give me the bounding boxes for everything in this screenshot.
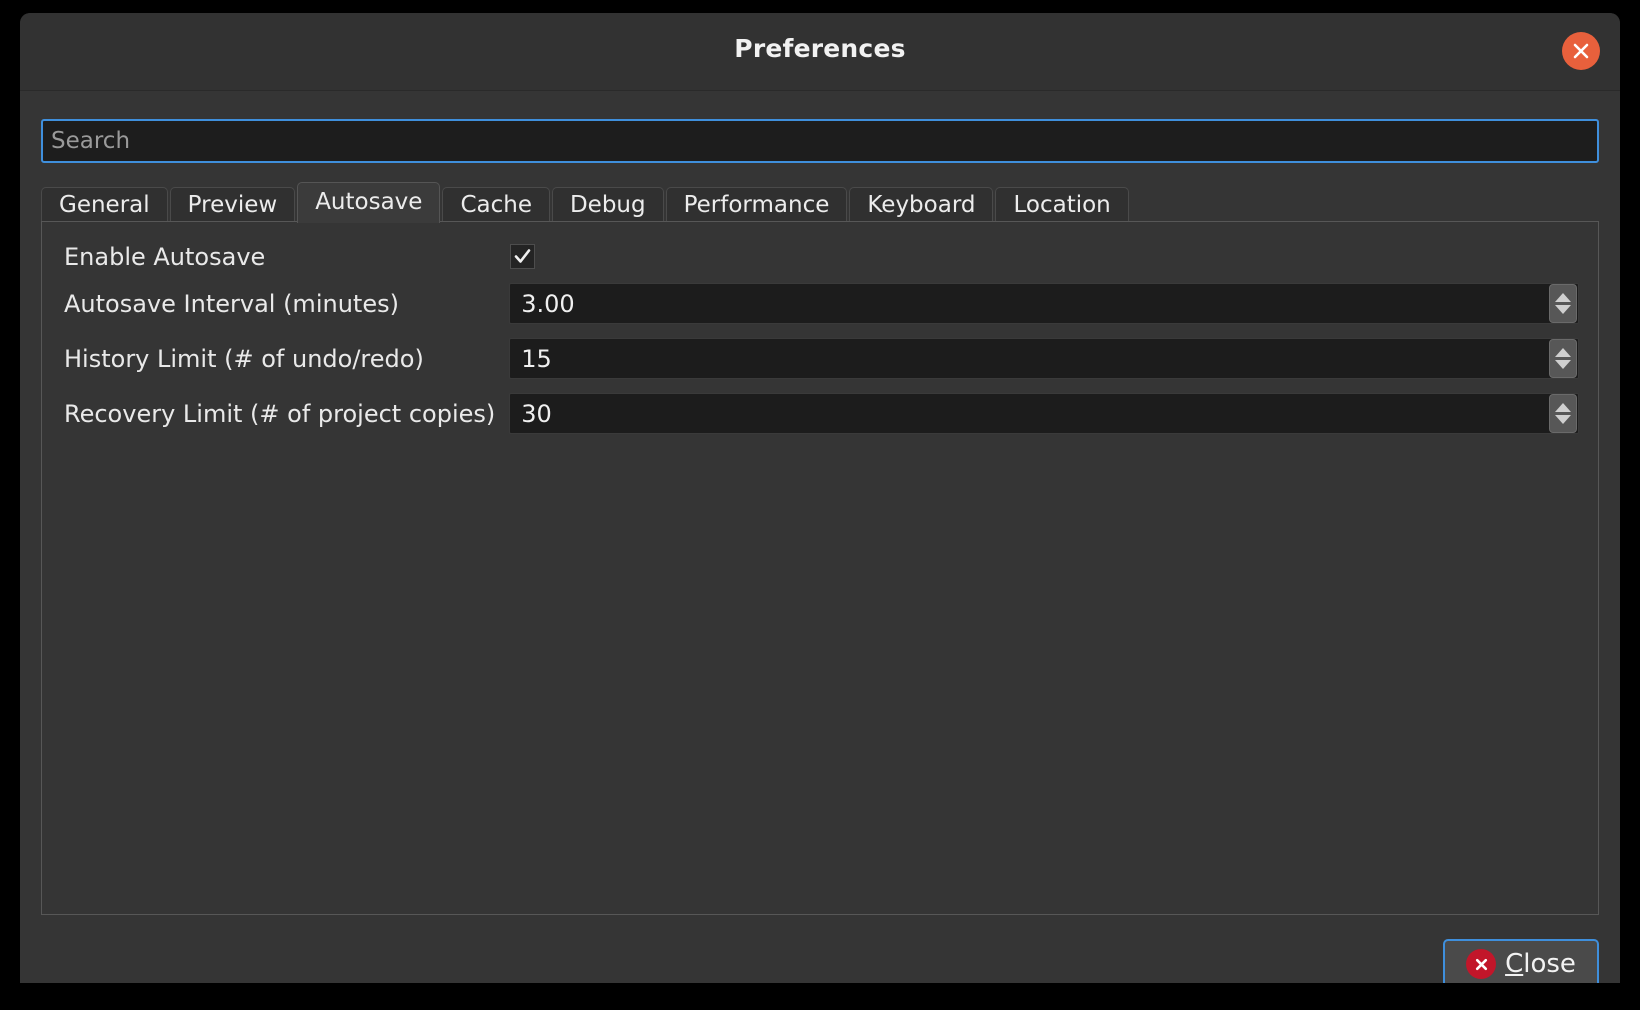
tab-general[interactable]: General xyxy=(41,187,168,222)
settings-grid: Enable Autosave Autosave Interval (minut… xyxy=(42,222,1598,434)
tab-performance[interactable]: Performance xyxy=(666,187,848,222)
tab-preview[interactable]: Preview xyxy=(170,187,296,222)
autosave-interval-value: 3.00 xyxy=(510,292,1549,316)
tab-cache[interactable]: Cache xyxy=(442,187,550,222)
close-x-glyph xyxy=(1571,41,1591,61)
chevron-up-icon[interactable] xyxy=(1555,293,1571,302)
tab-location[interactable]: Location xyxy=(995,187,1128,222)
recovery-limit-spinbox[interactable]: 30 xyxy=(509,393,1579,434)
tab-debug[interactable]: Debug xyxy=(552,187,664,222)
autosave-interval-label: Autosave Interval (minutes) xyxy=(64,292,495,316)
close-label-rest: lose xyxy=(1523,949,1576,979)
recovery-limit-stepper[interactable] xyxy=(1549,394,1577,433)
page-title: Preferences xyxy=(20,34,1620,63)
red-x-icon xyxy=(1466,949,1496,979)
chevron-up-icon[interactable] xyxy=(1555,348,1571,357)
dialog-body: General Preview Autosave Cache Debug Per… xyxy=(20,91,1620,983)
close-button-label: Close xyxy=(1505,949,1576,979)
autosave-settings-panel: Enable Autosave Autosave Interval (minut… xyxy=(41,221,1599,915)
close-mnemonic: C xyxy=(1505,949,1523,979)
history-limit-value: 15 xyxy=(510,347,1549,371)
chevron-down-icon[interactable] xyxy=(1555,415,1571,424)
enable-autosave-label: Enable Autosave xyxy=(64,245,495,269)
tab-autosave[interactable]: Autosave xyxy=(297,182,440,223)
autosave-interval-spinbox[interactable]: 3.00 xyxy=(509,283,1579,324)
tab-keyboard[interactable]: Keyboard xyxy=(849,187,993,222)
recovery-limit-label: Recovery Limit (# of project copies) xyxy=(64,402,495,426)
chevron-up-icon[interactable] xyxy=(1555,403,1571,412)
close-button[interactable]: Close xyxy=(1443,939,1599,983)
history-limit-label: History Limit (# of undo/redo) xyxy=(64,347,495,371)
close-x-glyph xyxy=(1473,956,1490,973)
checkmark-icon xyxy=(513,247,532,266)
autosave-interval-stepper[interactable] xyxy=(1549,284,1577,323)
history-limit-spinbox[interactable]: 15 xyxy=(509,338,1579,379)
enable-autosave-checkbox[interactable] xyxy=(510,244,535,269)
history-limit-stepper[interactable] xyxy=(1549,339,1577,378)
tab-bar: General Preview Autosave Cache Debug Per… xyxy=(41,181,1599,222)
preferences-dialog: Preferences General Preview Autosave Cac… xyxy=(20,13,1620,983)
dialog-footer: Close xyxy=(41,929,1599,983)
recovery-limit-value: 30 xyxy=(510,402,1549,426)
chevron-down-icon[interactable] xyxy=(1555,360,1571,369)
search-input[interactable] xyxy=(41,119,1599,163)
window-close-icon[interactable] xyxy=(1562,32,1600,70)
title-bar: Preferences xyxy=(20,13,1620,91)
chevron-down-icon[interactable] xyxy=(1555,305,1571,314)
